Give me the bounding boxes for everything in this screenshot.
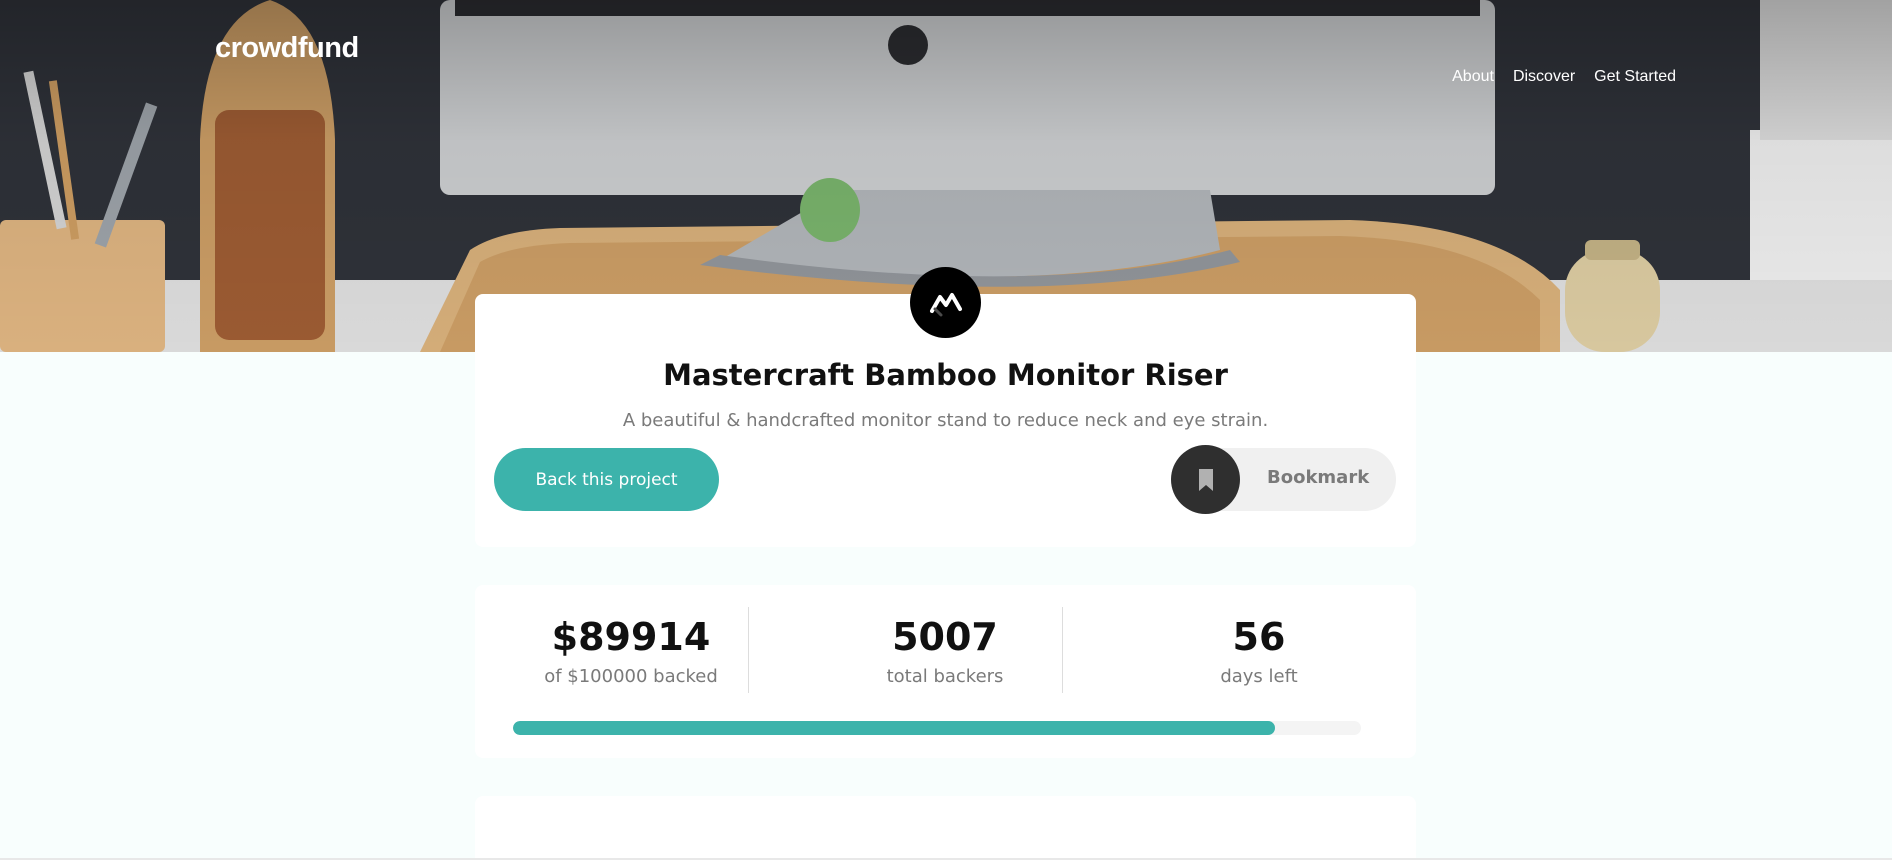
- project-description: A beautiful & handcrafted monitor stand …: [622, 410, 1269, 431]
- stat-backed: $89914 of $100000 backed: [501, 612, 761, 687]
- mastercraft-logo-icon: [929, 292, 962, 316]
- stat-divider: [748, 607, 749, 693]
- days-left-count: 56: [1232, 615, 1286, 659]
- days-left-label: days left: [1220, 666, 1298, 687]
- nav-link-discover[interactable]: Discover: [1513, 68, 1575, 86]
- backed-label: of $100000 backed: [544, 666, 718, 687]
- backers-count: 5007: [892, 615, 998, 659]
- crowdfund-logo[interactable]: crowdfund: [215, 32, 359, 65]
- project-title: Mastercraft Bamboo Monitor Riser: [663, 358, 1228, 392]
- stat-backers: 5007 total backers: [815, 612, 1075, 687]
- bookmark-icon: [1198, 468, 1213, 491]
- progress-bar: [513, 721, 1361, 735]
- backers-label: total backers: [886, 666, 1004, 687]
- backed-amount: $89914: [551, 615, 711, 659]
- bookmark-button[interactable]: Bookmark: [1171, 445, 1396, 514]
- nav-link-about[interactable]: About: [1452, 68, 1494, 86]
- stat-divider: [1062, 607, 1063, 693]
- bookmark-label: Bookmark: [1267, 467, 1370, 488]
- project-logo: [910, 267, 981, 338]
- nav-link-get-started[interactable]: Get Started: [1594, 68, 1676, 86]
- progress-fill: [513, 721, 1276, 735]
- about-card: [475, 796, 1416, 860]
- bookmark-icon-circle: [1171, 445, 1240, 514]
- back-project-button[interactable]: Back this project: [494, 448, 719, 511]
- stat-days: 56 days left: [1129, 612, 1389, 687]
- main-nav: About Discover Get Started: [1452, 68, 1676, 86]
